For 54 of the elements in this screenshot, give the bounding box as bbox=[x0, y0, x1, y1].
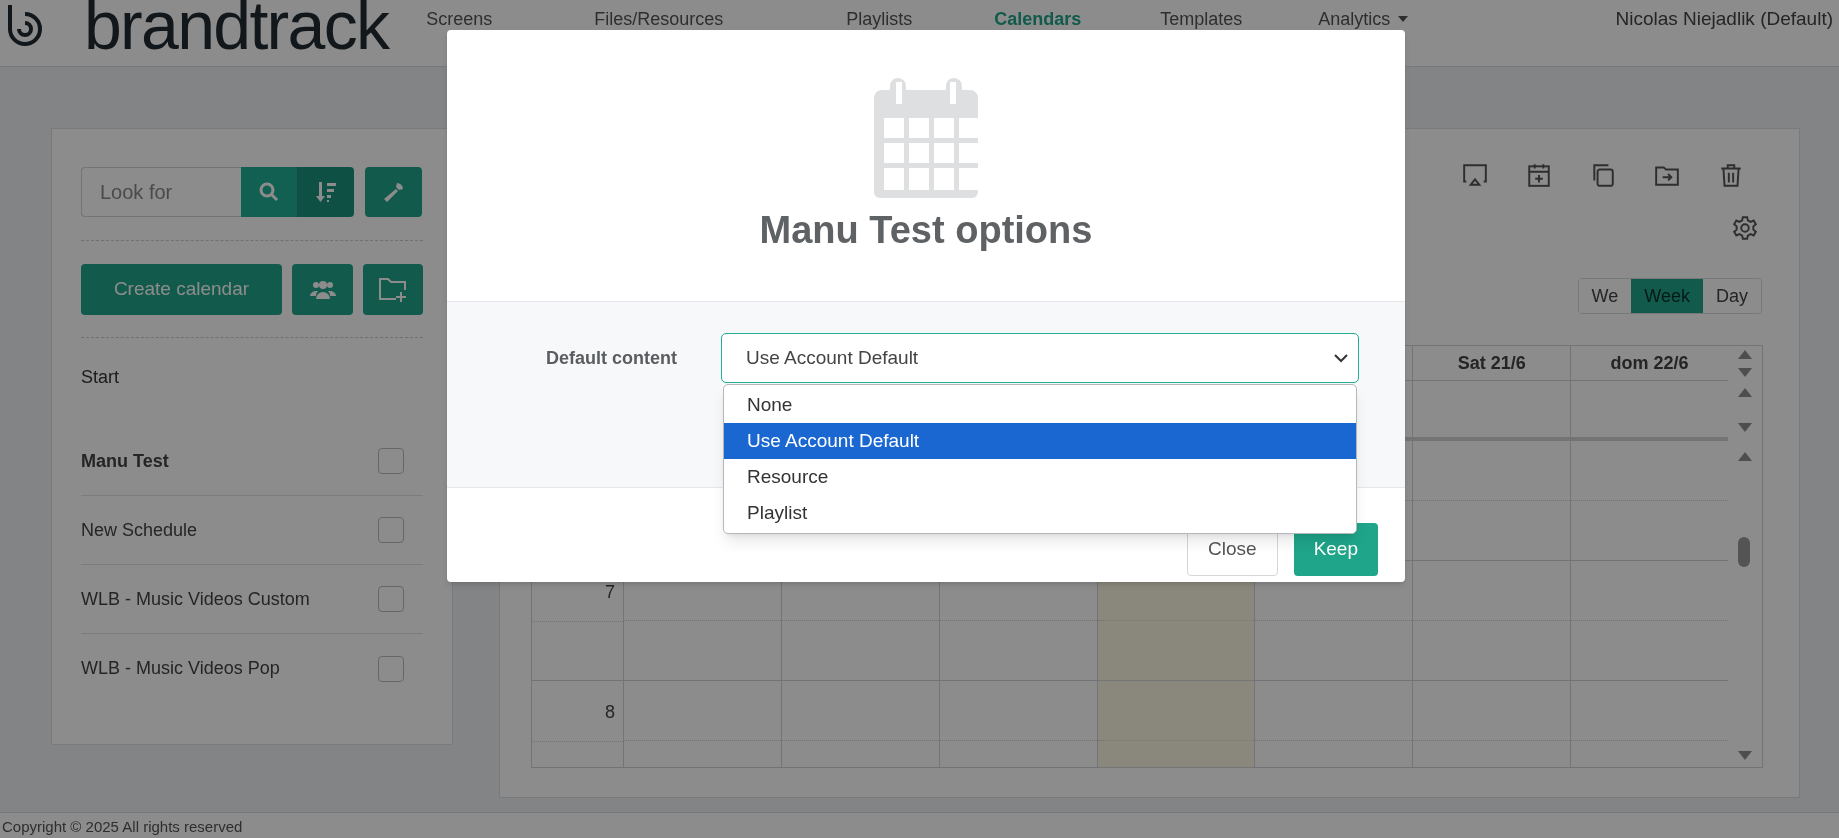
nav-link[interactable]: Playlists bbox=[846, 5, 995, 33]
hour-label: 8 bbox=[604, 701, 615, 724]
scroll-up-icon[interactable] bbox=[1738, 388, 1752, 397]
search-button[interactable] bbox=[241, 167, 297, 217]
tools-button[interactable] bbox=[365, 167, 422, 217]
cast-icon[interactable] bbox=[1462, 162, 1488, 188]
copyright-text: Copyright © 2025 All rights reserved bbox=[1, 816, 243, 837]
hour-label: 7 bbox=[604, 581, 615, 604]
scroll-up-icon[interactable] bbox=[1738, 350, 1752, 359]
select-field[interactable]: Use Account Default bbox=[721, 333, 1359, 383]
trash-icon[interactable] bbox=[1718, 162, 1744, 188]
dialog-title: Manu Test options bbox=[759, 208, 1093, 253]
nav-link[interactable]: Screens bbox=[426, 5, 595, 33]
calendar-item[interactable]: WLB - Music Videos Pop bbox=[81, 655, 280, 682]
people-icon bbox=[309, 279, 336, 300]
checkbox[interactable] bbox=[378, 517, 404, 543]
day-header: Sat 21/6 bbox=[1457, 351, 1526, 375]
nav-link[interactable]: Templates bbox=[1160, 5, 1319, 33]
settings-icon[interactable] bbox=[1732, 215, 1758, 241]
scroll-up-icon[interactable] bbox=[1738, 452, 1752, 461]
dropdown-option[interactable]: Use Account Default bbox=[724, 423, 1356, 459]
field-label: Default content bbox=[545, 347, 678, 370]
checkbox[interactable] bbox=[378, 655, 404, 682]
sidebar-link[interactable]: Start bbox=[81, 363, 119, 391]
dropdown-option[interactable]: Resource bbox=[724, 459, 1356, 495]
scroll-down-icon[interactable] bbox=[1738, 423, 1752, 432]
calendar-item[interactable]: WLB - Music Videos Custom bbox=[81, 585, 310, 613]
folder-plus-icon bbox=[378, 276, 408, 303]
scroll-down-icon[interactable] bbox=[1738, 368, 1752, 377]
caret-icon bbox=[1398, 16, 1409, 22]
copy-icon[interactable] bbox=[1590, 162, 1616, 188]
new-folder-button[interactable] bbox=[363, 264, 423, 315]
checkbox[interactable] bbox=[378, 448, 404, 474]
calendar-item[interactable]: Manu Test bbox=[81, 447, 169, 475]
scroll-down-icon[interactable] bbox=[1738, 751, 1752, 760]
user-name[interactable]: Nicolas Niejadlik (Default) bbox=[1615, 4, 1833, 34]
wrench-icon bbox=[382, 181, 405, 203]
create-calendar-button[interactable]: Create calendar bbox=[81, 264, 282, 315]
checkbox[interactable] bbox=[378, 586, 404, 612]
day-header: dom 22/6 bbox=[1610, 351, 1689, 375]
nav-link[interactable]: Calendars bbox=[994, 5, 1161, 33]
groups-button[interactable] bbox=[292, 264, 353, 315]
dropdown-option[interactable]: None bbox=[724, 387, 1356, 423]
sort-icon bbox=[314, 181, 337, 203]
brand-name[interactable]: brandtrack bbox=[84, 0, 389, 59]
search-icon bbox=[259, 182, 279, 202]
nav-link[interactable]: Analytics bbox=[1318, 5, 1479, 33]
sort-button[interactable] bbox=[297, 167, 354, 217]
calendar-item[interactable]: New Schedule bbox=[81, 516, 198, 544]
search-field[interactable]: Look for bbox=[81, 167, 241, 217]
chevron-down-icon bbox=[1334, 353, 1348, 363]
scrollbar-thumb[interactable] bbox=[1738, 537, 1750, 567]
calendar-plus-icon[interactable] bbox=[1526, 162, 1552, 188]
nav-link[interactable]: Files/Resources bbox=[594, 5, 847, 33]
